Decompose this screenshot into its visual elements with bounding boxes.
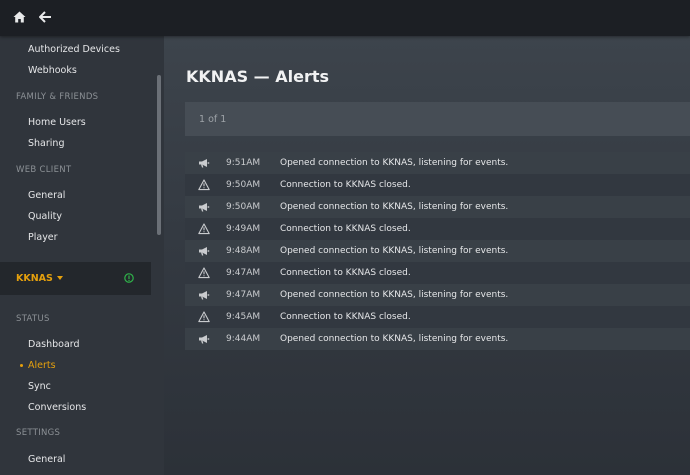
- warning-icon: [198, 311, 210, 323]
- alert-row: 9:50AM Opened connection to KKNAS, listen…: [185, 196, 690, 218]
- arrow-left-icon: [38, 11, 51, 23]
- alert-time: 9:50AM: [226, 202, 261, 212]
- alert-time: 9:48AM: [226, 246, 261, 256]
- alert-message: Connection to KKNAS closed.: [280, 180, 411, 190]
- alert-message: Connection to KKNAS closed.: [280, 268, 411, 278]
- sidebar-scrollbar[interactable]: [157, 75, 161, 235]
- alert-row: 9:50AM Connection to KKNAS closed.: [185, 174, 690, 196]
- sidebar-item-alerts[interactable]: Alerts: [20, 360, 56, 371]
- home-button[interactable]: [7, 6, 31, 28]
- sidebar-item-player[interactable]: Player: [28, 232, 58, 243]
- alert-time: 9:44AM: [226, 334, 261, 344]
- sidebar-item-dashboard[interactable]: Dashboard: [28, 339, 80, 350]
- alert-row: 9:49AM Connection to KKNAS closed.: [185, 218, 690, 240]
- alert-message: Opened connection to KKNAS, listening fo…: [280, 246, 509, 256]
- alert-message: Connection to KKNAS closed.: [280, 224, 411, 234]
- sidebar-item-sync[interactable]: Sync: [28, 381, 51, 392]
- section-settings: SETTINGS: [16, 428, 61, 438]
- sidebar-item-webhooks[interactable]: Webhooks: [28, 65, 77, 76]
- alert-time: 9:51AM: [226, 158, 261, 168]
- sidebar-item-label: Alerts: [28, 360, 56, 371]
- alert-row: 9:47AM Connection to KKNAS closed.: [185, 262, 690, 284]
- alert-message: Connection to KKNAS closed.: [280, 312, 411, 322]
- section-status: STATUS: [16, 314, 50, 324]
- active-indicator: [20, 364, 23, 367]
- alert-message: Opened connection to KKNAS, listening fo…: [280, 334, 509, 344]
- megaphone-icon: [198, 245, 210, 257]
- megaphone-icon: [198, 289, 210, 301]
- sidebar: Authorized Devices Webhooks FAMILY & FRI…: [0, 36, 164, 475]
- sidebar-item-authorized-devices[interactable]: Authorized Devices: [28, 44, 120, 55]
- server-online-icon: [124, 273, 134, 283]
- alert-message: Opened connection to KKNAS, listening fo…: [280, 158, 509, 168]
- section-family-friends: FAMILY & FRIENDS: [16, 92, 99, 102]
- alert-row: 9:47AM Opened connection to KKNAS, listen…: [185, 284, 690, 306]
- pager-text: 1 of 1: [199, 114, 227, 125]
- main-content: KKNAS — Alerts 1 of 1 9:51AM Opened conne…: [164, 36, 690, 475]
- warning-icon: [198, 179, 210, 191]
- top-bar: [0, 0, 690, 36]
- warning-icon: [198, 267, 210, 279]
- caret-down-icon: [56, 275, 63, 280]
- home-icon: [13, 11, 25, 23]
- sidebar-item-conversions[interactable]: Conversions: [28, 402, 86, 413]
- back-button[interactable]: [33, 6, 57, 28]
- sidebar-item-quality[interactable]: Quality: [28, 211, 62, 222]
- alerts-list: 9:51AM Opened connection to KKNAS, listen…: [185, 152, 690, 350]
- pager-bar: 1 of 1: [185, 102, 690, 136]
- alert-row: 9:51AM Opened connection to KKNAS, listen…: [185, 152, 690, 174]
- sidebar-item-general-web[interactable]: General: [28, 190, 65, 201]
- sidebar-item-home-users[interactable]: Home Users: [28, 117, 86, 128]
- alert-time: 9:49AM: [226, 224, 261, 234]
- warning-icon: [198, 223, 210, 235]
- sidebar-item-general-settings[interactable]: General: [28, 454, 65, 465]
- megaphone-icon: [198, 201, 210, 213]
- alert-time: 9:50AM: [226, 180, 261, 190]
- alert-row: 9:48AM Opened connection to KKNAS, listen…: [185, 240, 690, 262]
- server-selector[interactable]: KKNAS: [0, 262, 151, 295]
- alert-row: 9:44AM Opened connection to KKNAS, listen…: [185, 328, 690, 350]
- alert-message: Opened connection to KKNAS, listening fo…: [280, 290, 509, 300]
- server-name: KKNAS: [16, 273, 63, 284]
- page-title: KKNAS — Alerts: [186, 67, 330, 86]
- alert-time: 9:47AM: [226, 268, 261, 278]
- section-web-client: WEB CLIENT: [16, 165, 72, 175]
- alert-row: 9:45AM Connection to KKNAS closed.: [185, 306, 690, 328]
- megaphone-icon: [198, 333, 210, 345]
- alert-message: Opened connection to KKNAS, listening fo…: [280, 202, 509, 212]
- megaphone-icon: [198, 157, 210, 169]
- sidebar-item-sharing[interactable]: Sharing: [28, 138, 64, 149]
- alert-time: 9:47AM: [226, 290, 261, 300]
- alert-time: 9:45AM: [226, 312, 261, 322]
